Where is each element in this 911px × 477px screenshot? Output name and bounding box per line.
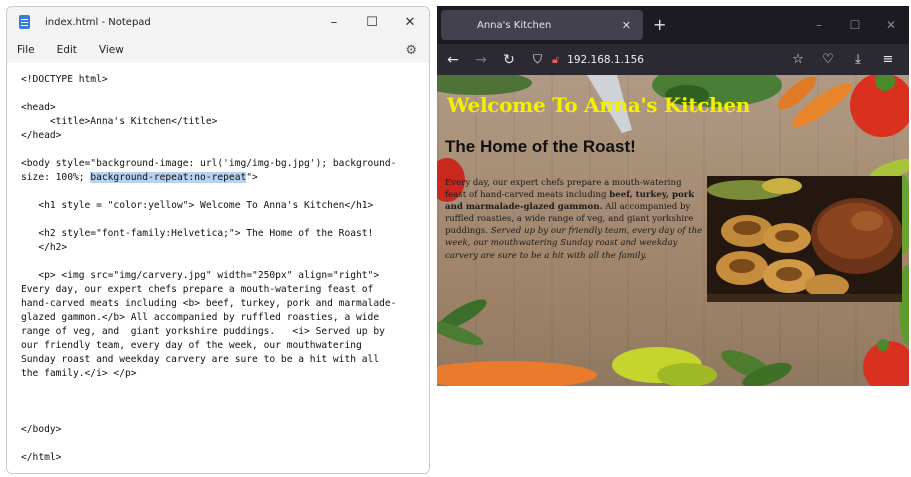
address-bar[interactable]: ⛉ 🔓︎ 192.168.1.156 (533, 52, 644, 67)
notepad-window: index.html - Notepad – ☐ ✕ File Edit Vie… (6, 6, 430, 474)
code-line: glazed gammon.</b> All accompanied by ru… (21, 312, 380, 323)
code-line: <p> <img src="img/carvery.jpg" width="25… (21, 270, 380, 281)
close-button[interactable]: ✕ (873, 6, 909, 44)
code-line: <body style="background-image: url('img/… (21, 158, 397, 169)
close-button[interactable]: ✕ (391, 7, 429, 37)
notepad-app-icon (19, 15, 30, 29)
menu-edit[interactable]: Edit (57, 44, 77, 56)
code-line: </head> (21, 130, 62, 141)
forward-arrow-icon[interactable]: → (469, 52, 493, 68)
page-heading-h1: Welcome To Anna's Kitchen (447, 93, 751, 117)
new-tab-button[interactable]: + (653, 15, 666, 34)
insecure-lock-icon[interactable]: 🔓︎ (552, 53, 559, 67)
code-line: Every day, our expert chefs prepare a mo… (21, 284, 374, 295)
code-line: <title>Anna's Kitchen</title> (21, 116, 218, 127)
code-line: Sunday roast and weekday carvery are sur… (21, 354, 380, 365)
carvery-image (707, 176, 902, 302)
tab-annas-kitchen[interactable]: Anna's Kitchen ✕ (441, 10, 643, 40)
code-line-text: "> (246, 172, 258, 183)
notepad-window-title: index.html - Notepad (45, 16, 151, 28)
page-blank-area (437, 386, 909, 474)
settings-gear-icon[interactable]: ⚙ (405, 43, 417, 58)
notepad-title-bar[interactable]: index.html - Notepad – ☐ ✕ (7, 7, 429, 37)
menu-hamburger-icon[interactable]: ≡ (873, 52, 903, 67)
maximize-button[interactable]: ☐ (837, 6, 873, 44)
downloads-icon[interactable]: ⤓ (843, 52, 873, 67)
code-line: range of veg, and giant yorkshire puddin… (21, 326, 385, 337)
browser-window: Anna's Kitchen ✕ + – ☐ ✕ ← → ↻ ⛉ 🔓︎ 192.… (437, 6, 909, 474)
pocket-icon[interactable]: ♡ (813, 52, 843, 67)
menu-file[interactable]: File (17, 44, 35, 56)
code-line: the family.</i> </p> (21, 368, 137, 379)
back-arrow-icon[interactable]: ← (441, 52, 465, 68)
tab-title: Anna's Kitchen (477, 19, 552, 31)
maximize-button[interactable]: ☐ (353, 7, 391, 37)
code-line: <head> (21, 102, 56, 113)
reload-icon[interactable]: ↻ (497, 52, 521, 68)
url-text: 192.168.1.156 (567, 53, 644, 66)
tab-bar: Anna's Kitchen ✕ + – ☐ ✕ (437, 6, 909, 44)
selected-text: background-repeat:no-repeat (90, 172, 247, 183)
bookmark-star-icon[interactable]: ☆ (783, 52, 813, 67)
code-line: <h2 style="font-family:Helvetica;"> The … (21, 228, 374, 239)
code-line: </h2> (21, 242, 68, 253)
code-line-with-selection: size: 100%; background-repeat:no-repeat"… (21, 171, 429, 185)
background-image-area: Welcome To Anna's Kitchen The Home of th… (437, 75, 909, 386)
code-line: </html> (21, 452, 62, 463)
notepad-text-area[interactable]: <!DOCTYPE html> <head> <title>Anna's Kit… (7, 63, 429, 473)
page-viewport[interactable]: Welcome To Anna's Kitchen The Home of th… (437, 75, 909, 474)
page-heading-h2: The Home of the Roast! (445, 137, 636, 156)
minimize-button[interactable]: – (801, 6, 837, 44)
tab-close-icon[interactable]: ✕ (622, 19, 631, 32)
minimize-button[interactable]: – (315, 7, 353, 37)
tracking-shield-icon[interactable]: ⛉ (533, 52, 542, 67)
navigation-toolbar: ← → ↻ ⛉ 🔓︎ 192.168.1.156 ☆ ♡ ⤓ ≡ (437, 44, 909, 75)
carvery-photo (707, 176, 902, 302)
page-paragraph: Every day, our expert chefs prepare a mo… (445, 177, 703, 262)
code-line: <h1 style = "color:yellow"> Welcome To A… (21, 200, 374, 211)
menu-view[interactable]: View (99, 44, 124, 56)
code-line: our friendly team, every day of the week… (21, 340, 362, 351)
code-line: hand-carved meats including <b> beef, tu… (21, 298, 397, 309)
code-line: <!DOCTYPE html> (21, 74, 108, 85)
code-line-text: size: 100%; (21, 172, 91, 183)
notepad-menu-bar: File Edit View ⚙ (7, 37, 429, 63)
code-line: </body> (21, 424, 62, 435)
